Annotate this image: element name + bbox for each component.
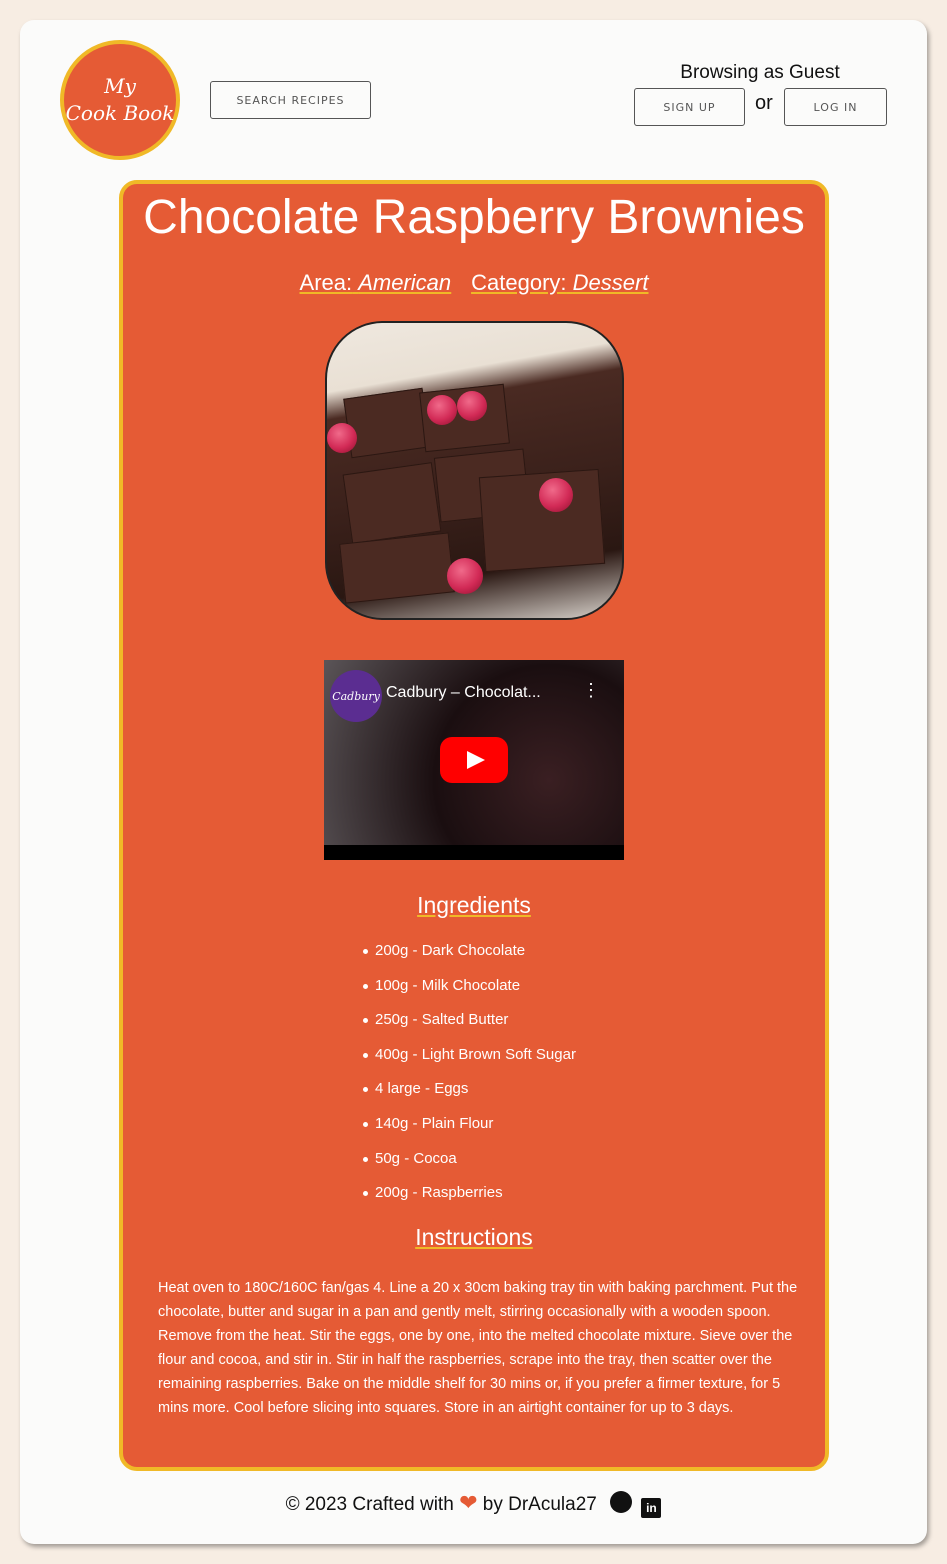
category-label: Category: (471, 270, 567, 295)
category-link[interactable]: Category: Dessert (471, 270, 648, 295)
instructions-heading: Instructions (415, 1224, 533, 1250)
more-options-icon[interactable]: ⋮ (582, 680, 600, 701)
ingredient-item: 50g - Cocoa (363, 1148, 576, 1183)
log-in-button[interactable]: LOG IN (784, 88, 887, 126)
site-logo[interactable]: My Cook Book (60, 40, 180, 160)
ingredients-list: 200g - Dark Chocolate 100g - Milk Chocol… (363, 940, 576, 1217)
video-title[interactable]: Cadbury – Chocolat... (386, 684, 541, 702)
author-text: by DrAcula27 (482, 1494, 597, 1515)
recipe-meta: Area: American Category: Dessert (123, 270, 825, 296)
play-button-icon[interactable] (440, 737, 508, 783)
page-card: My Cook Book SEARCH RECIPES Browsing as … (20, 20, 927, 1544)
video-player[interactable]: Cadbury Cadbury – Chocolat... ⋮ (324, 660, 624, 860)
ingredient-item: 100g - Milk Chocolate (363, 975, 576, 1010)
copyright-text: © 2023 Crafted with (285, 1494, 454, 1515)
ingredient-item: 200g - Raspberries (363, 1182, 576, 1217)
heart-icon: ❤ (459, 1490, 478, 1515)
recipe-image (325, 321, 624, 620)
ingredient-item: 250g - Salted Butter (363, 1009, 576, 1044)
ingredient-item: 4 large - Eggs (363, 1078, 576, 1113)
logo-line-1: My (104, 74, 136, 98)
github-icon[interactable] (610, 1491, 633, 1513)
ingredients-heading: Ingredients (417, 892, 531, 918)
area-value: American (358, 270, 452, 295)
search-recipes-button[interactable]: SEARCH RECIPES (210, 81, 371, 119)
linkedin-icon[interactable]: in (641, 1498, 662, 1518)
channel-logo[interactable]: Cadbury (330, 670, 382, 722)
footer: © 2023 Crafted with ❤ by DrAcula27 in (20, 1490, 927, 1518)
instructions-text: Heat oven to 180C/160C fan/gas 4. Line a… (158, 1280, 798, 1416)
ingredient-item: 140g - Plain Flour (363, 1113, 576, 1148)
sign-up-button[interactable]: SIGN UP (634, 88, 745, 126)
guest-status: Browsing as Guest (680, 62, 840, 83)
category-value: Dessert (572, 270, 649, 295)
recipe-title: Chocolate Raspberry Brownies (143, 191, 805, 244)
logo-line-2: Cook Book (65, 101, 175, 125)
recipe-card: Chocolate Raspberry Brownies Area: Ameri… (119, 180, 829, 1471)
area-link[interactable]: Area: American (300, 270, 452, 295)
area-label: Area: (299, 270, 353, 295)
ingredient-item: 400g - Light Brown Soft Sugar (363, 1044, 576, 1079)
ingredient-item: 200g - Dark Chocolate (363, 940, 576, 975)
or-text: or (755, 92, 773, 114)
